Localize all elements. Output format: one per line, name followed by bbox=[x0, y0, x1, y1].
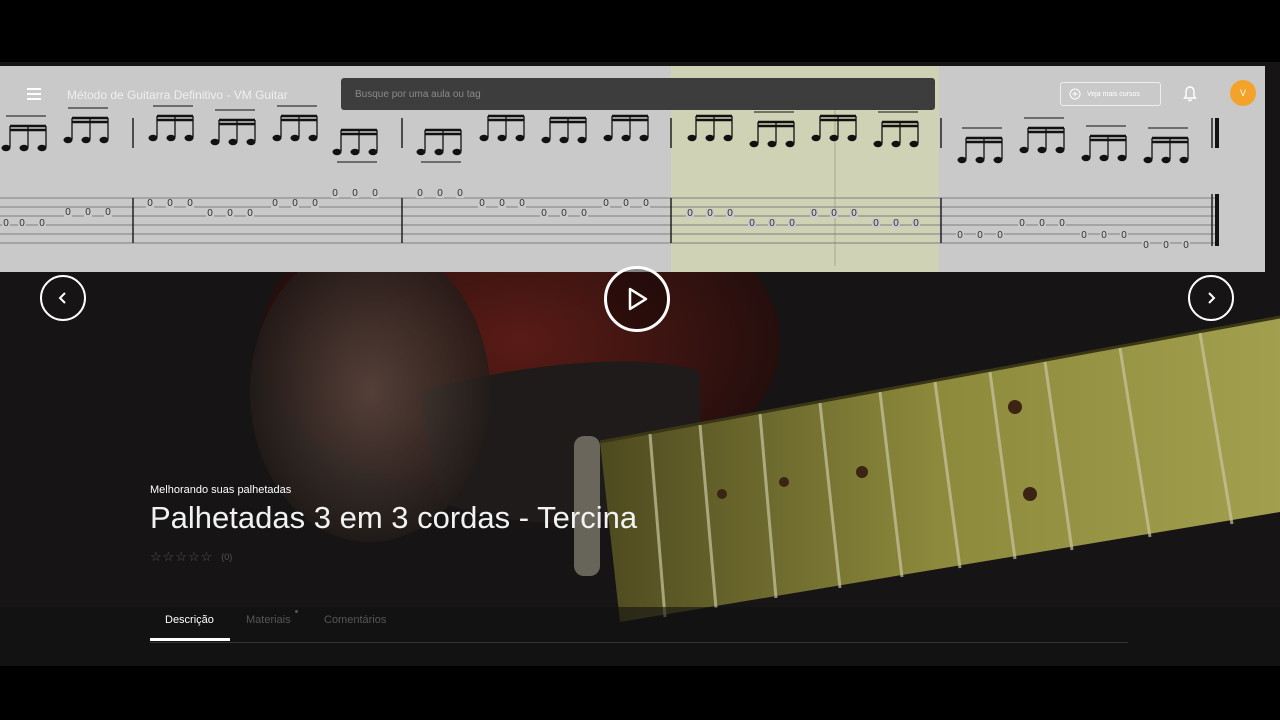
svg-text:0: 0 bbox=[643, 198, 649, 209]
svg-text:0: 0 bbox=[292, 198, 298, 209]
svg-text:0: 0 bbox=[1101, 230, 1107, 241]
star-icon[interactable]: ☆ bbox=[201, 550, 213, 563]
svg-text:0: 0 bbox=[352, 188, 358, 199]
tab-materiais[interactable]: Materiais bbox=[246, 614, 291, 638]
svg-text:0: 0 bbox=[417, 188, 423, 199]
next-lesson-button[interactable] bbox=[1188, 275, 1234, 321]
svg-text:0: 0 bbox=[851, 208, 857, 219]
svg-text:0: 0 bbox=[1143, 240, 1149, 251]
svg-text:0: 0 bbox=[789, 218, 795, 229]
svg-text:0: 0 bbox=[39, 218, 45, 229]
svg-text:0: 0 bbox=[831, 208, 837, 219]
svg-text:0: 0 bbox=[1121, 230, 1127, 241]
svg-text:0: 0 bbox=[687, 208, 693, 219]
svg-text:0: 0 bbox=[913, 218, 919, 229]
svg-text:0: 0 bbox=[65, 207, 71, 218]
svg-text:0: 0 bbox=[207, 208, 213, 219]
chevron-left-icon bbox=[58, 292, 66, 304]
star-icon[interactable]: ☆ bbox=[163, 550, 175, 563]
star-icon[interactable]: ☆ bbox=[175, 550, 187, 563]
svg-text:0: 0 bbox=[19, 218, 25, 229]
more-courses-button[interactable]: Veja mais cursos bbox=[1060, 82, 1161, 106]
materiais-badge-dot bbox=[295, 610, 298, 613]
svg-text:0: 0 bbox=[187, 198, 193, 209]
tab-descricao[interactable]: Descrição bbox=[165, 614, 214, 638]
svg-text:0: 0 bbox=[499, 198, 505, 209]
svg-text:0: 0 bbox=[769, 218, 775, 229]
lesson-tabs: Descrição Materiais Comentários bbox=[150, 610, 1128, 643]
svg-text:0: 0 bbox=[1183, 240, 1189, 251]
svg-text:0: 0 bbox=[707, 208, 713, 219]
video-player[interactable]: 0 0 0 0 0 0 0 0 0 0 0 0 0 0 0 0 0 0 0 0 0 0 0 0 0 0 0 0 0 0 0 0 0 0 0 0 0 0 0 0… bbox=[0, 62, 1280, 666]
svg-text:0: 0 bbox=[811, 208, 817, 219]
svg-text:0: 0 bbox=[519, 198, 525, 209]
svg-text:0: 0 bbox=[457, 188, 463, 199]
svg-text:0: 0 bbox=[312, 198, 318, 209]
plus-circle-icon bbox=[1069, 88, 1081, 100]
svg-text:0: 0 bbox=[437, 188, 443, 199]
rating-count: (0) bbox=[221, 551, 233, 562]
svg-text:0: 0 bbox=[1163, 240, 1169, 251]
play-button[interactable] bbox=[604, 266, 670, 332]
svg-text:0: 0 bbox=[727, 208, 733, 219]
svg-text:0: 0 bbox=[167, 198, 173, 209]
star-icon[interactable]: ☆ bbox=[150, 550, 162, 563]
svg-text:0: 0 bbox=[957, 230, 963, 241]
lesson-rating[interactable]: ☆ ☆ ☆ ☆ ☆ (0) bbox=[150, 550, 232, 563]
menu-icon[interactable] bbox=[27, 88, 41, 100]
svg-text:0: 0 bbox=[1039, 218, 1045, 229]
chevron-right-icon bbox=[1208, 292, 1216, 304]
svg-text:0: 0 bbox=[1019, 218, 1025, 229]
tab-comentarios[interactable]: Comentários bbox=[324, 614, 386, 638]
svg-text:0: 0 bbox=[581, 208, 587, 219]
svg-text:0: 0 bbox=[372, 188, 378, 199]
active-tab-indicator bbox=[150, 638, 230, 641]
user-avatar[interactable]: V bbox=[1230, 80, 1256, 106]
svg-text:0: 0 bbox=[105, 207, 111, 218]
svg-text:0: 0 bbox=[623, 198, 629, 209]
star-icon[interactable]: ☆ bbox=[188, 550, 200, 563]
svg-text:0: 0 bbox=[1081, 230, 1087, 241]
svg-text:0: 0 bbox=[479, 198, 485, 209]
bell-icon[interactable] bbox=[1182, 85, 1198, 103]
svg-text:0: 0 bbox=[227, 208, 233, 219]
svg-text:0: 0 bbox=[893, 218, 899, 229]
svg-text:0: 0 bbox=[332, 188, 338, 199]
more-courses-label: Veja mais cursos bbox=[1087, 90, 1140, 98]
search-input[interactable] bbox=[341, 78, 935, 110]
svg-text:0: 0 bbox=[147, 198, 153, 209]
svg-text:0: 0 bbox=[873, 218, 879, 229]
svg-text:0: 0 bbox=[977, 230, 983, 241]
previous-lesson-button[interactable] bbox=[40, 275, 86, 321]
course-module-label: Melhorando suas palhetadas bbox=[150, 484, 292, 496]
svg-text:0: 0 bbox=[247, 208, 253, 219]
lesson-title: Palhetadas 3 em 3 cordas - Tercina bbox=[150, 500, 638, 535]
play-icon bbox=[628, 287, 648, 311]
app-header: Método de Guitarra Definitivo - VM Guita… bbox=[0, 66, 1280, 116]
svg-text:0: 0 bbox=[541, 208, 547, 219]
svg-text:0: 0 bbox=[1059, 218, 1065, 229]
svg-text:0: 0 bbox=[749, 218, 755, 229]
svg-text:0: 0 bbox=[561, 208, 567, 219]
app-title[interactable]: Método de Guitarra Definitivo - VM Guita… bbox=[67, 88, 288, 102]
svg-text:0: 0 bbox=[85, 207, 91, 218]
svg-text:0: 0 bbox=[3, 218, 9, 229]
svg-text:0: 0 bbox=[603, 198, 609, 209]
svg-text:0: 0 bbox=[272, 198, 278, 209]
svg-text:0: 0 bbox=[997, 230, 1003, 241]
